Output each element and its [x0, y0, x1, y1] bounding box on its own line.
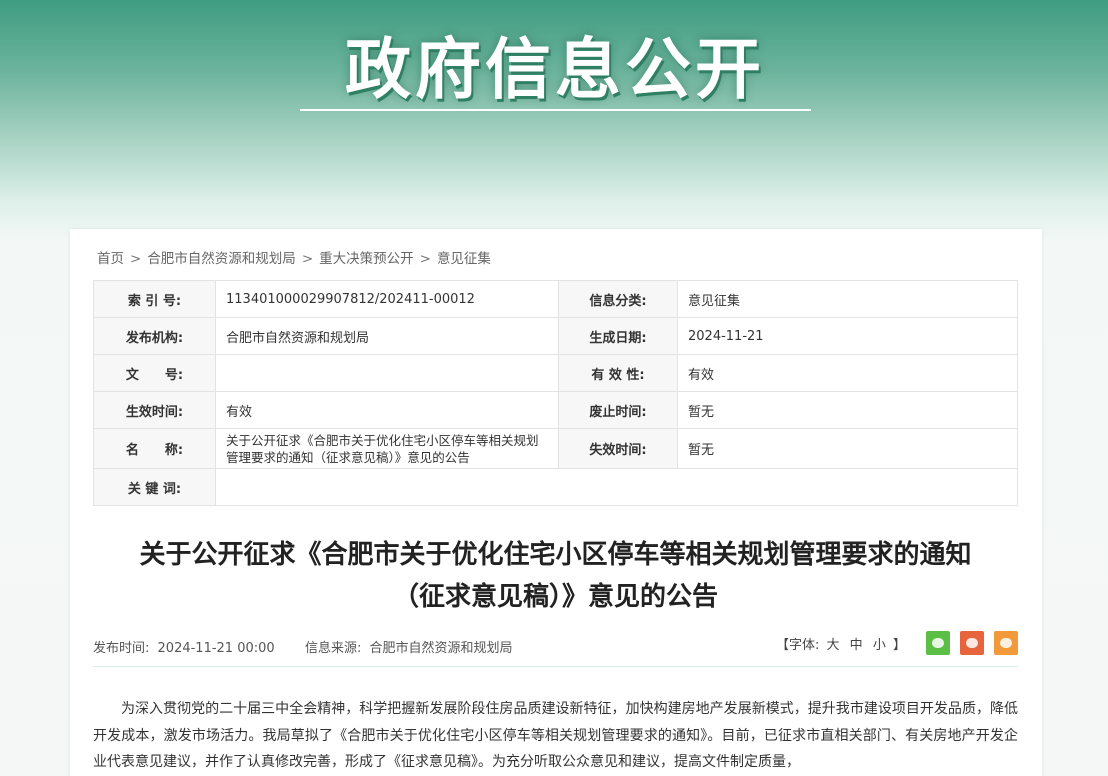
- wechat-icon[interactable]: [926, 631, 950, 655]
- effective-time-label: 生效时间:: [93, 391, 216, 429]
- expire-time-label: 失效时间:: [558, 428, 678, 469]
- publish-time-label: 发布时间:: [93, 641, 150, 656]
- font-size-switcher: 【字体: 大 中 小 】: [776, 634, 906, 653]
- name-label: 名 称:: [93, 428, 216, 469]
- table-row: 文 号: 有 效 性: 有效: [93, 354, 1018, 392]
- name-value: 关于公开征求《合肥市关于优化住宅小区停车等相关规划管理要求的通知（征求意见稿）》…: [226, 432, 539, 465]
- effective-time-value: 有效: [215, 391, 559, 429]
- repeal-time-value: 暂无: [677, 391, 1018, 429]
- document-number-label: 文 号:: [93, 354, 216, 392]
- font-small-button[interactable]: 小: [873, 638, 886, 653]
- document-number-value: [215, 354, 559, 392]
- name-cell: 关于公开征求《合肥市关于优化住宅小区停车等相关规划管理要求的通知（征求意见稿）》…: [215, 428, 559, 469]
- created-date-value: 2024-11-21: [677, 317, 1018, 355]
- validity-label: 有 效 性:: [558, 354, 678, 392]
- source-value: 合肥市自然资源和规划局: [369, 641, 513, 656]
- article-tools: 【字体: 大 中 小 】: [776, 631, 1018, 655]
- table-row: 名 称: 关于公开征求《合肥市关于优化住宅小区停车等相关规划管理要求的通知（征求…: [93, 428, 1018, 469]
- page-banner: 政府信息公开: [0, 0, 1108, 230]
- table-row: 生效时间: 有效 废止时间: 暂无: [93, 391, 1018, 429]
- created-date-label: 生成日期:: [558, 317, 678, 355]
- breadcrumb-home[interactable]: 首页: [97, 251, 124, 267]
- breadcrumb-separator: >: [301, 251, 314, 267]
- article-title-line-2: （征求意见稿）》意见的公告: [392, 582, 718, 612]
- font-medium-button[interactable]: 中: [850, 638, 863, 653]
- index-label: 索 引 号:: [93, 280, 216, 318]
- source-label: 信息来源:: [304, 641, 362, 656]
- table-row: 索 引 号: 113401000029907812/202411-00012 信…: [93, 280, 1018, 318]
- publisher-label: 发布机构:: [93, 317, 216, 355]
- category-value: 意见征集: [677, 280, 1018, 318]
- qzone-icon[interactable]: [994, 631, 1018, 655]
- publish-time-value: 2024-11-21 00:00: [157, 641, 275, 656]
- publisher-value: 合肥市自然资源和规划局: [215, 317, 559, 355]
- validity-value: 有效: [677, 354, 1018, 392]
- expire-time-value: 暂无: [677, 428, 1018, 469]
- breadcrumb-separator: >: [419, 251, 431, 267]
- table-row: 发布机构: 合肥市自然资源和规划局 生成日期: 2024-11-21: [93, 317, 1018, 355]
- weibo-icon[interactable]: [960, 631, 984, 655]
- article-meta: 发布时间: 2024-11-21 00:00 信息来源: 合肥市自然资源和规划局: [93, 637, 517, 656]
- font-size-close: 】: [892, 637, 906, 653]
- article-title-line-1: 关于公开征求《合肥市关于优化住宅小区停车等相关规划管理要求的通知: [139, 540, 972, 570]
- banner-title: 政府信息公开: [345, 31, 765, 108]
- breadcrumb: 首页 > 合肥市自然资源和规划局 > 重大决策预公开 > 意见征集: [97, 247, 491, 267]
- keywords-label: 关 键 词:: [93, 468, 216, 506]
- breadcrumb-separator: >: [130, 251, 142, 267]
- keywords-value: [215, 468, 1018, 506]
- article-info-bar: 发布时间: 2024-11-21 00:00 信息来源: 合肥市自然资源和规划局…: [93, 629, 1018, 667]
- content-panel: 首页 > 合肥市自然资源和规划局 > 重大决策预公开 > 意见征集 索 引 号: 11340…: [70, 229, 1042, 776]
- font-size-label: 【字体:: [775, 637, 820, 653]
- breadcrumb-bureau[interactable]: 合肥市自然资源和规划局: [147, 251, 296, 267]
- metadata-table: 索 引 号: 113401000029907812/202411-00012 信…: [93, 280, 1018, 506]
- article-body: 为深入贯彻党的二十届三中全会精神，科学把握新发展阶段住房品质建设新特征，加快构建…: [93, 696, 1018, 776]
- font-large-button[interactable]: 大: [827, 638, 840, 653]
- banner-underline: [300, 109, 811, 111]
- repeal-time-label: 废止时间:: [558, 391, 678, 429]
- article-paragraph: 为深入贯彻党的二十届三中全会精神，科学把握新发展阶段住房品质建设新特征，加快构建…: [93, 701, 1018, 770]
- index-value: 113401000029907812/202411-00012: [215, 280, 559, 318]
- table-row: 关 键 词:: [93, 468, 1018, 506]
- article-title: 关于公开征求《合肥市关于优化住宅小区停车等相关规划管理要求的通知 （征求意见稿）…: [93, 534, 1018, 618]
- category-label: 信息分类:: [558, 280, 678, 318]
- breadcrumb-major-decisions[interactable]: 重大决策预公开: [319, 251, 414, 267]
- breadcrumb-opinion-collection[interactable]: 意见征集: [437, 251, 491, 267]
